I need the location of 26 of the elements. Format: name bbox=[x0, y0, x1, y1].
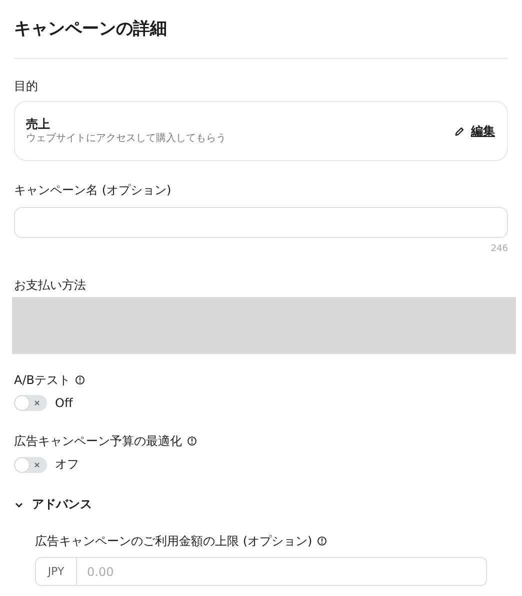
field-label: お支払い方法 bbox=[14, 277, 87, 293]
field-label: キャンペーン名 (オプション) bbox=[14, 182, 172, 198]
toggle-switch[interactable] bbox=[14, 395, 47, 411]
objective-description: ウェブサイトにアクセスして購入してもらう bbox=[26, 132, 227, 146]
section-title: キャンペーンの詳細 bbox=[14, 18, 168, 41]
field-label: 目的 bbox=[14, 78, 39, 94]
field-label: 広告キャンペーン予算の最適化 bbox=[14, 433, 182, 449]
toggle-state: オフ bbox=[55, 456, 79, 473]
section-toggle[interactable]: アドバンス bbox=[32, 496, 92, 513]
info-icon bbox=[187, 436, 197, 446]
spend-limit-field[interactable]: JPY 0.00 bbox=[35, 557, 487, 586]
edit-link[interactable]: 編集 bbox=[471, 122, 495, 140]
campaign-name-field[interactable] bbox=[14, 207, 508, 238]
info-icon bbox=[317, 536, 328, 546]
x-icon bbox=[34, 400, 40, 406]
toggle-state: Off bbox=[55, 396, 73, 410]
amount-field[interactable]: 0.00 bbox=[77, 558, 486, 585]
currency-label: JPY bbox=[36, 558, 77, 585]
toggle-switch[interactable] bbox=[14, 456, 47, 472]
objective-value: 売上 bbox=[26, 116, 51, 132]
character-counter: 246 bbox=[490, 243, 508, 255]
info-icon bbox=[75, 375, 86, 385]
x-icon bbox=[34, 462, 40, 468]
pencil-icon bbox=[454, 126, 465, 136]
field-label: A/Bテスト bbox=[14, 372, 70, 388]
field-label: 広告キャンペーンのご利用金額の上限 (オプション) bbox=[35, 533, 312, 549]
